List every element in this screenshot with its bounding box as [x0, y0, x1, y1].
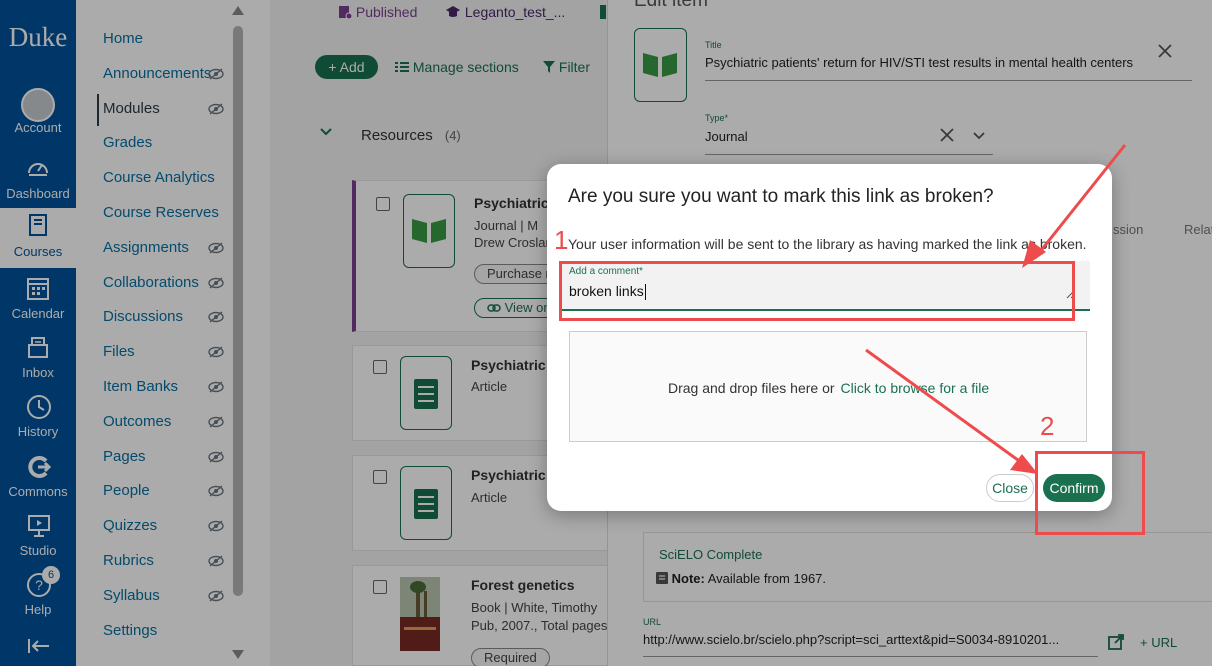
annotation-box-comment — [559, 261, 1075, 321]
dropzone-text: Drag and drop files here or Click to brow… — [668, 380, 989, 396]
file-dropzone[interactable]: Drag and drop files here or Click to brow… — [569, 331, 1087, 442]
annotation-box-confirm — [1035, 451, 1145, 535]
annotation-step-2: 2 — [1040, 411, 1055, 441]
broken-link-dialog: Are you sure you want to mark this link … — [547, 164, 1112, 511]
dialog-message: Your user information will be sent to th… — [568, 236, 1087, 252]
close-button[interactable]: Close — [986, 474, 1034, 502]
dropzone-label: Drag and drop files here or — [668, 380, 835, 396]
browse-file-link[interactable]: Click to browse for a file — [841, 380, 990, 396]
dialog-title: Are you sure you want to mark this link … — [568, 186, 994, 207]
annotation-step-1: 1 — [554, 225, 569, 255]
